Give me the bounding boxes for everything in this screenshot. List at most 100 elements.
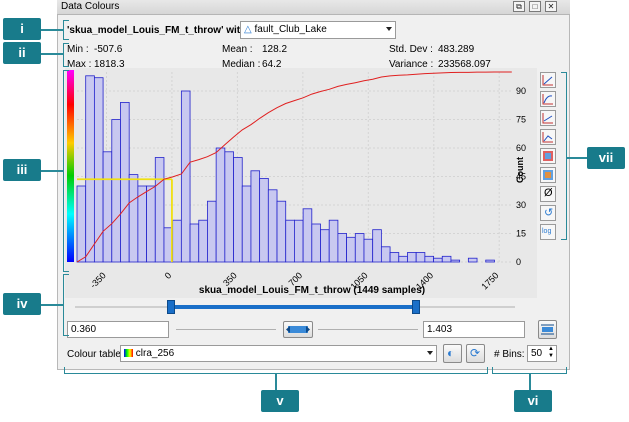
chevron-down-icon [386, 27, 392, 31]
fit-range-button[interactable] [283, 321, 313, 338]
histogram-bar [189, 223, 200, 263]
bins-label: # Bins: [494, 349, 525, 360]
histogram-bar [198, 219, 208, 263]
callout-i: i [3, 18, 41, 40]
histogram-bar [172, 219, 182, 263]
histogram-bar [363, 238, 374, 263]
histogram-bar [76, 185, 87, 263]
mean-label: Mean : [222, 44, 253, 55]
surface-icon: △ [244, 24, 252, 35]
reset-icon[interactable]: ↺ [540, 205, 556, 221]
callout-iii-line [41, 170, 63, 172]
refresh-icon: ⟳ [470, 346, 481, 360]
histogram-bar [433, 257, 443, 263]
plot-mode-4-button[interactable] [540, 129, 556, 145]
bins-spinbox[interactable]: 50 ▲ ▼ [527, 345, 557, 362]
edit-colour-table-button[interactable]: ◐ [443, 344, 462, 363]
callout-ii-bracket [63, 43, 69, 67]
y-tick-label: 0 [516, 257, 521, 267]
histogram-bar [320, 229, 330, 263]
histogram-bar [111, 119, 121, 263]
bins-value: 50 [531, 348, 543, 359]
callout-iii-bracket [63, 70, 69, 272]
range-low-input[interactable]: 0.360 [67, 321, 169, 338]
histogram-bar [267, 189, 278, 263]
callout-iv-line [41, 304, 63, 306]
callout-iv: iv [3, 293, 41, 315]
min-value: -507.6 [94, 44, 123, 55]
y-axis-label: Count [515, 157, 525, 183]
histogram-bar [250, 170, 261, 263]
plot-mode-2-button[interactable] [540, 91, 556, 107]
title-bar: Data Colours ⧉ □ ✕ [57, 0, 570, 15]
histogram-bar [407, 252, 417, 263]
fit-range-icon [286, 326, 310, 333]
histogram-bar [120, 102, 130, 263]
within-region-value: fault_Club_Lake [254, 24, 327, 35]
colour-table-select[interactable]: clra_256 [120, 345, 437, 362]
plot-mode-3-button[interactable] [540, 110, 556, 126]
colour-map-1-button[interactable] [540, 148, 556, 164]
histogram-bar [154, 157, 165, 263]
range-divider-left [176, 329, 276, 330]
callout-v-line [275, 374, 277, 390]
histogram-bar [224, 151, 234, 263]
close-icon[interactable]: ✕ [545, 1, 557, 12]
min-label: Min : [67, 44, 89, 55]
callout-vi-line [529, 374, 531, 390]
callout-i-bracket [63, 20, 69, 40]
histogram-bar [354, 233, 365, 263]
std-dev-value: 483.289 [438, 44, 475, 55]
range-high-input[interactable]: 1.403 [423, 321, 525, 338]
histogram-bar [311, 223, 321, 263]
histogram-bar [346, 236, 356, 263]
histogram-bar [415, 252, 426, 263]
expand-range-button[interactable] [538, 320, 557, 339]
histogram-bar [241, 185, 252, 263]
plot-mode-1-button[interactable] [540, 72, 556, 88]
histogram-bar [450, 259, 461, 263]
histogram-bar [85, 75, 95, 263]
refresh-colour-table-button[interactable]: ⟳ [466, 344, 485, 363]
callout-ii-line [41, 53, 63, 55]
spin-arrows-icon[interactable]: ▲ ▼ [548, 346, 554, 360]
slider-low-handle[interactable] [167, 300, 175, 314]
callout-v: v [261, 390, 299, 412]
colour-table-label: Colour table : [67, 349, 127, 360]
callout-vi: vi [514, 390, 552, 412]
histogram-bar [485, 259, 495, 263]
log-scale-button[interactable]: log [540, 224, 556, 240]
histogram-bar [137, 185, 147, 263]
colour-table-value: clra_256 [135, 348, 175, 359]
range-divider-right [318, 329, 418, 330]
histogram-bar [259, 178, 269, 263]
histogram-bar [328, 219, 339, 263]
histogram-bar [233, 157, 243, 263]
mean-value: 128.2 [262, 44, 288, 55]
expand-range-icon [541, 324, 554, 335]
histogram-bar [337, 233, 347, 263]
float-icon[interactable]: ⧉ [513, 1, 525, 12]
histogram-bar [372, 229, 382, 263]
null-value-button[interactable]: Ø [540, 186, 556, 202]
within-region-select[interactable]: △ fault_Club_Lake [240, 21, 396, 39]
callout-ii: ii [3, 42, 41, 64]
y-tick-label: 30 [516, 200, 526, 210]
slider-range [173, 305, 416, 309]
histogram-bar [276, 200, 287, 263]
property-name: 'skua_model_Louis_FM_t_throw' within [67, 25, 256, 36]
colour-map-2-button[interactable] [540, 167, 556, 183]
histogram-bar [441, 255, 452, 263]
y-tick-label: 60 [516, 143, 526, 153]
callout-vii: vii [587, 147, 625, 169]
y-tick-label: 90 [516, 86, 526, 96]
maximize-icon[interactable]: □ [529, 1, 541, 12]
histogram-bar [207, 200, 217, 263]
window-title: Data Colours [61, 1, 120, 12]
palette-icon: ◐ [447, 346, 455, 360]
callout-vi-bracket [492, 367, 567, 374]
callout-iii: iii [3, 159, 41, 181]
colour-table-swatch-icon [124, 349, 133, 358]
callout-iv-bracket [63, 274, 69, 336]
slider-high-handle[interactable] [412, 300, 420, 314]
